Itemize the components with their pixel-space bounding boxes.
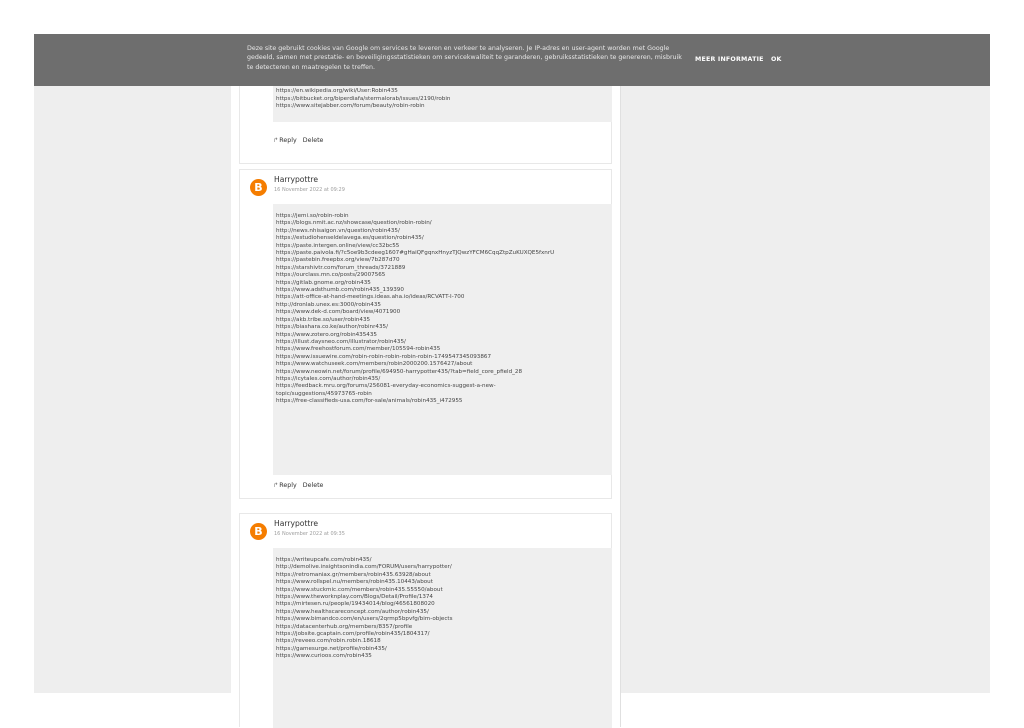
comment-author[interactable]: Harrypottre [274,519,318,528]
comment-3: B Harrypottre 16 November 2022 at 09:35 … [239,513,612,728]
comment-timestamp[interactable]: 16 November 2022 at 09:35 [274,531,345,537]
comment-link[interactable]: https://www.dek-d.com/board/view/4071900 [276,309,612,316]
comment-link[interactable]: https://jemi.so/robin-robin [276,213,612,220]
comment-link[interactable]: https://feedback.mru.org/forums/256081-e… [276,383,612,390]
comment-2: B Harrypottre 16 November 2022 at 09:29 … [239,169,612,499]
comment-timestamp[interactable]: 16 November 2022 at 09:29 [274,187,345,193]
comment-link[interactable]: https://illust.daysneo.com/illustrator/r… [276,339,612,346]
reply-arrow-icon: ↱ [273,482,279,489]
comment-link[interactable]: https://biashara.co.ke/author/robinr435/ [276,324,612,331]
comment-link[interactable]: https://datacenterhub.org/members/8357/p… [276,624,612,631]
reply-button[interactable]: Reply [279,137,296,144]
comment-link[interactable]: http://demolive.insightsonindia.com/FORU… [276,564,612,571]
comment-link[interactable]: https://akb.tribe.so/user/robin435 [276,317,612,324]
comment-link[interactable]: https://estudiohenseldelavega.es/questio… [276,235,612,242]
comment-link[interactable]: https://att-office-at-hand-meetings.idea… [276,294,612,301]
comment-link[interactable]: https://www.healthscareconcept.com/autho… [276,609,612,616]
comment-link[interactable]: https://blogs.nmit.ac.nz/showcase/questi… [276,220,612,227]
comment-link[interactable]: https://bitbucket.org/biperdiafa/stermal… [276,96,612,103]
blogger-avatar-icon[interactable]: B [250,523,267,540]
sidebar-column [621,34,990,693]
more-info-button[interactable]: MEER INFORMATIE [695,56,764,63]
comment-link[interactable]: http://dronlab.unex.es:3000/robin435 [276,302,612,309]
comment-link[interactable]: https://www.zotero.org/robin435435 [276,332,612,339]
comment-link[interactable]: https://pastebin.freepbx.org/view/7b287d… [276,257,612,264]
comment-link[interactable]: https://www.stuckmic.com/members/robin43… [276,587,612,594]
comment-link[interactable]: https://writeupcafe.com/robin435/ [276,557,612,564]
comment-actions: ↱Reply Delete [273,137,329,144]
comment-body: https://jemi.so/robin-robin https://blogs… [273,204,612,475]
comment-link[interactable]: https://gitlab.gnome.org/robin435 [276,280,612,287]
comment-link[interactable]: https://gamesurge.net/profile/robin435/ [276,646,612,653]
comment-link[interactable]: https://www.neowin.net/forum/profile/694… [276,369,612,376]
reply-arrow-icon: ↱ [273,137,279,144]
blogger-avatar-icon[interactable]: B [250,179,267,196]
delete-button[interactable]: Delete [303,137,324,144]
comment-link[interactable]: https://icytales.com/author/robin435/ [276,376,612,383]
comment-body: https://writeupcafe.com/robin435/http://… [273,548,612,728]
comment-link[interactable]: https://www.bimandco.com/en/users/2qrmp5… [276,616,612,623]
comment-link[interactable]: https://www.adsthumb.com/robin435_139390 [276,287,612,294]
cookie-notice-text: Deze site gebruikt cookies van Google om… [247,45,682,71]
delete-button[interactable]: Delete [303,482,324,489]
comment-link[interactable]: https://ourclass.mn.co/posts/29007565 [276,272,612,279]
comment-link[interactable]: https://reveeo.com/robin.robin.18618 [276,638,612,645]
comment-link[interactable]: https://www.freehostforum.com/member/105… [276,346,612,353]
comment-link[interactable]: https://mirtesen.ru/people/19434014/blog… [276,601,612,608]
comment-link[interactable]: https://www.rollspel.nu/members/robin435… [276,579,612,586]
comment-link[interactable]: https://www.issuewire.com/robin-robin-ro… [276,354,612,361]
ok-button[interactable]: OK [771,56,782,63]
comment-link[interactable]: https://www.curioos.com/robin435 [276,653,612,660]
comment-link[interactable]: https://www.sitejabber.com/forum/beauty/… [276,103,612,110]
comment-link[interactable]: https://www.theworknplay.com/Blogs/Detai… [276,594,612,601]
comment-link[interactable]: https://retromaniax.gr/members/robin435.… [276,572,612,579]
comment-link[interactable]: http://news.nhisaigon.vn/question/robin4… [276,228,612,235]
comment-link[interactable]: https://paste.intergen.online/view/cc32b… [276,243,612,250]
comment-link[interactable]: https://jobsite.gcaptain.com/profile/rob… [276,631,612,638]
comment-link[interactable]: https://free-classifieds-usa.com/for-sal… [276,398,612,405]
reply-button[interactable]: Reply [279,482,296,489]
comment-link[interactable]: https://www.watchuseek.com/members/robin… [276,361,612,368]
comment-actions: ↱Reply Delete [273,482,329,489]
comment-link[interactable]: https://paste.paivola.fi/?c5oe9b3cdeeg16… [276,250,612,257]
cookie-consent-bar: Deze site gebruikt cookies van Google om… [34,34,990,86]
comment-link[interactable]: https://starshivtr.com/forum_threads/372… [276,265,612,272]
comment-link[interactable]: topic/suggestions/45973765-robin [276,391,612,398]
comment-author[interactable]: Harrypottre [274,175,318,184]
comment-link[interactable]: https://en.wikipedia.org/wiki/User:Robin… [276,88,612,95]
